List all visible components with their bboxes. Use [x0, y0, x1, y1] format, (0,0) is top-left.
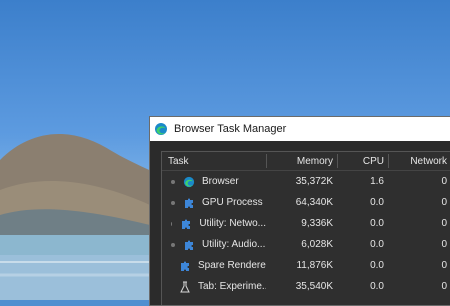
puzzle-icon — [180, 218, 192, 230]
puzzle-icon — [183, 239, 195, 251]
row-status-dot — [171, 179, 175, 184]
cpu-cell: 0.0 — [370, 239, 384, 250]
network-cell: 0 — [441, 176, 447, 187]
title-bar: Browser Task Manager — [150, 117, 450, 141]
table-row[interactable]: Browser 35,372K 1.6 0 — [162, 171, 450, 192]
row-status-dot — [171, 242, 175, 247]
network-cell: 0 — [441, 281, 447, 292]
memory-cell: 9,336K — [301, 218, 333, 229]
task-name: Utility: Netwo... — [199, 218, 266, 229]
task-cell: Utility: Audio... — [162, 239, 266, 251]
task-name: Browser — [202, 176, 239, 187]
table-row[interactable]: Utility: Netwo... 9,336K 0.0 0 — [162, 213, 450, 234]
memory-cell: 35,540K — [295, 281, 333, 292]
task-cell: Spare Renderer — [162, 260, 266, 272]
task-name: GPU Process — [202, 197, 263, 208]
edge-icon — [183, 176, 195, 188]
window-title: Browser Task Manager — [174, 123, 287, 135]
task-table: Task Memory CPU Network Browser 35,372K 1.… — [161, 151, 450, 305]
task-manager-window: Browser Task Manager Task Memory CPU Net… — [149, 116, 450, 306]
column-header-task[interactable]: Task — [162, 156, 266, 167]
puzzle-icon — [179, 260, 191, 272]
memory-cell: 64,340K — [295, 197, 333, 208]
memory-cell: 35,372K — [295, 176, 333, 187]
task-cell: Utility: Netwo... — [162, 218, 266, 230]
table-row[interactable]: Tab: Experime... 35,540K 0.0 0 — [162, 276, 450, 297]
network-cell: 0 — [441, 197, 447, 208]
cpu-cell: 0.0 — [370, 260, 384, 271]
task-cell: Tab: Experime... — [162, 281, 266, 293]
row-status-dot — [171, 221, 173, 226]
column-header-cpu[interactable]: CPU — [338, 156, 388, 167]
puzzle-icon — [183, 197, 195, 209]
task-cell: Browser — [162, 176, 266, 188]
table-row[interactable]: Utility: Audio... 6,028K 0.0 0 — [162, 234, 450, 255]
network-cell: 0 — [441, 239, 447, 250]
edge-icon — [154, 122, 168, 136]
network-cell: 0 — [441, 218, 447, 229]
column-header-network[interactable]: Network — [389, 156, 450, 167]
task-name: Tab: Experime... — [198, 281, 266, 292]
table-header: Task Memory CPU Network — [162, 152, 450, 171]
table-row[interactable]: Spare Renderer 11,876K 0.0 0 — [162, 255, 450, 276]
cpu-cell: 0.0 — [370, 197, 384, 208]
memory-cell: 6,028K — [301, 239, 333, 250]
table-row[interactable]: GPU Process 64,340K 0.0 0 — [162, 192, 450, 213]
cpu-cell: 0.0 — [370, 281, 384, 292]
task-name: Utility: Audio... — [202, 239, 266, 250]
column-header-memory[interactable]: Memory — [267, 156, 337, 167]
cpu-cell: 1.6 — [370, 176, 384, 187]
memory-cell: 11,876K — [296, 260, 333, 271]
task-cell: GPU Process — [162, 197, 266, 209]
flask-icon — [179, 281, 191, 293]
network-cell: 0 — [441, 260, 447, 271]
row-status-dot — [171, 200, 175, 205]
task-name: Spare Renderer — [198, 260, 266, 271]
cpu-cell: 0.0 — [370, 218, 384, 229]
